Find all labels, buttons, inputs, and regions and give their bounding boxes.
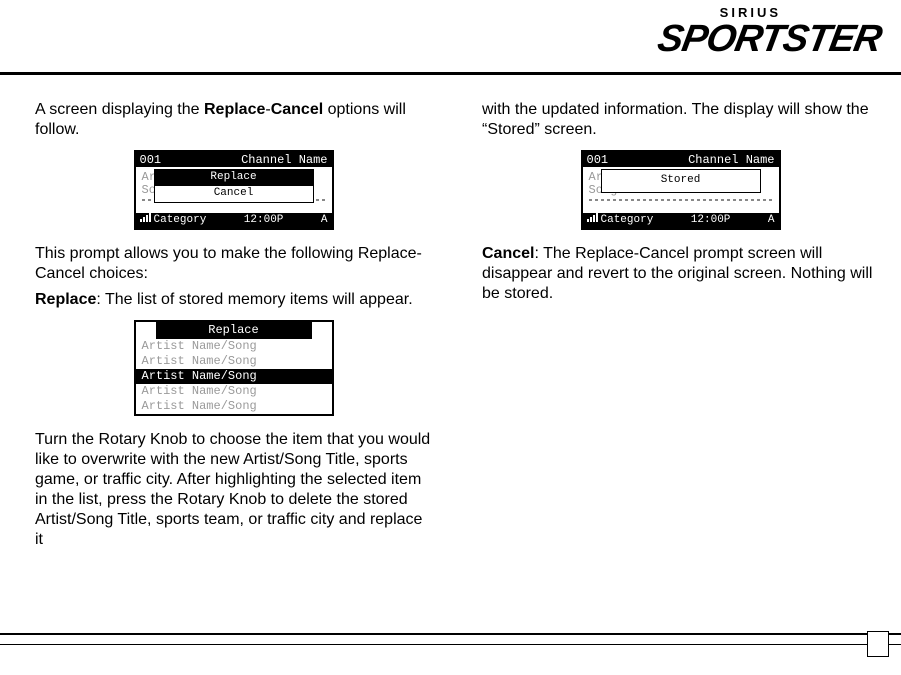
lcd-replace-list: Replace Artist Name/Song Artist Name/Son…: [134, 320, 334, 416]
bold-replace: Replace: [35, 291, 96, 308]
category-label: Category: [601, 214, 654, 226]
lcd-statusbar: Category 12:00P A: [583, 213, 779, 228]
cancel-paragraph: Cancel: The Replace-Cancel prompt screen…: [482, 244, 879, 304]
intro-paragraph: A screen displaying the Replace-Cancel o…: [35, 100, 432, 140]
choices-paragraph: This prompt allows you to make the follo…: [35, 244, 432, 284]
bold-replace: Replace: [204, 101, 265, 118]
text: : The Replace-Cancel prompt screen will …: [482, 245, 872, 302]
lcd-titlebar: 001 Channel Name: [583, 152, 779, 167]
footer-rule: [0, 633, 901, 645]
list-item: Artist Name/Song: [136, 354, 332, 369]
product-name: SPORTSTER: [655, 18, 885, 61]
lcd-body: Artist Name Song Title Replace Cancel: [136, 167, 332, 213]
option-cancel: Cancel: [155, 186, 313, 202]
bank-letter: A: [321, 214, 328, 228]
text: A screen displaying the: [35, 101, 204, 118]
lcd-body: Artist Name Song Title Stored: [583, 167, 779, 213]
option-replace: Replace: [155, 170, 313, 186]
lcd-stored: 001 Channel Name Artist Name Song Title …: [581, 150, 781, 230]
bank-letter: A: [768, 214, 775, 228]
page-number-box: [867, 631, 889, 657]
channel-number: 001: [587, 154, 609, 166]
continuation-paragraph: with the updated information. The displa…: [482, 100, 879, 140]
list-item-selected: Artist Name/Song: [136, 369, 332, 384]
popup-menu: Replace Cancel: [154, 169, 314, 203]
category-label: Category: [154, 214, 207, 226]
knob-paragraph: Turn the Rotary Knob to choose the item …: [35, 430, 432, 550]
channel-number: 001: [140, 154, 162, 166]
list-item: Artist Name/Song: [136, 399, 332, 414]
lcd-titlebar: 001 Channel Name: [136, 152, 332, 167]
channel-name: Channel Name: [688, 154, 774, 166]
clock: 12:00P: [244, 214, 284, 228]
signal-icon: [140, 213, 151, 222]
list-item: Artist Name/Song: [136, 339, 332, 354]
header-rule: [0, 72, 901, 75]
clock: 12:00P: [691, 214, 731, 228]
replace-paragraph: Replace: The list of stored memory items…: [35, 290, 432, 310]
divider: [589, 199, 773, 201]
signal-and-category: Category: [587, 213, 654, 228]
signal-and-category: Category: [140, 213, 207, 228]
bold-cancel: Cancel: [482, 245, 534, 262]
text: : The list of stored memory items will a…: [96, 291, 412, 308]
stored-label: Stored: [602, 170, 760, 192]
lcd-statusbar: Category 12:00P A: [136, 213, 332, 228]
channel-name: Channel Name: [241, 154, 327, 166]
right-column: with the updated information. The displa…: [482, 100, 879, 615]
list-item: Artist Name/Song: [136, 384, 332, 399]
lcd-replace-cancel: 001 Channel Name Artist Name Song Title …: [134, 150, 334, 230]
bold-cancel: Cancel: [271, 101, 323, 118]
page-header: SIRIUS SPORTSTER: [0, 0, 901, 80]
popup-message: Stored: [601, 169, 761, 193]
brand-logo: SIRIUS SPORTSTER: [658, 5, 881, 61]
content-area: A screen displaying the Replace-Cancel o…: [35, 100, 879, 615]
left-column: A screen displaying the Replace-Cancel o…: [35, 100, 432, 615]
list-header: Replace: [156, 322, 312, 339]
signal-icon: [587, 213, 598, 222]
